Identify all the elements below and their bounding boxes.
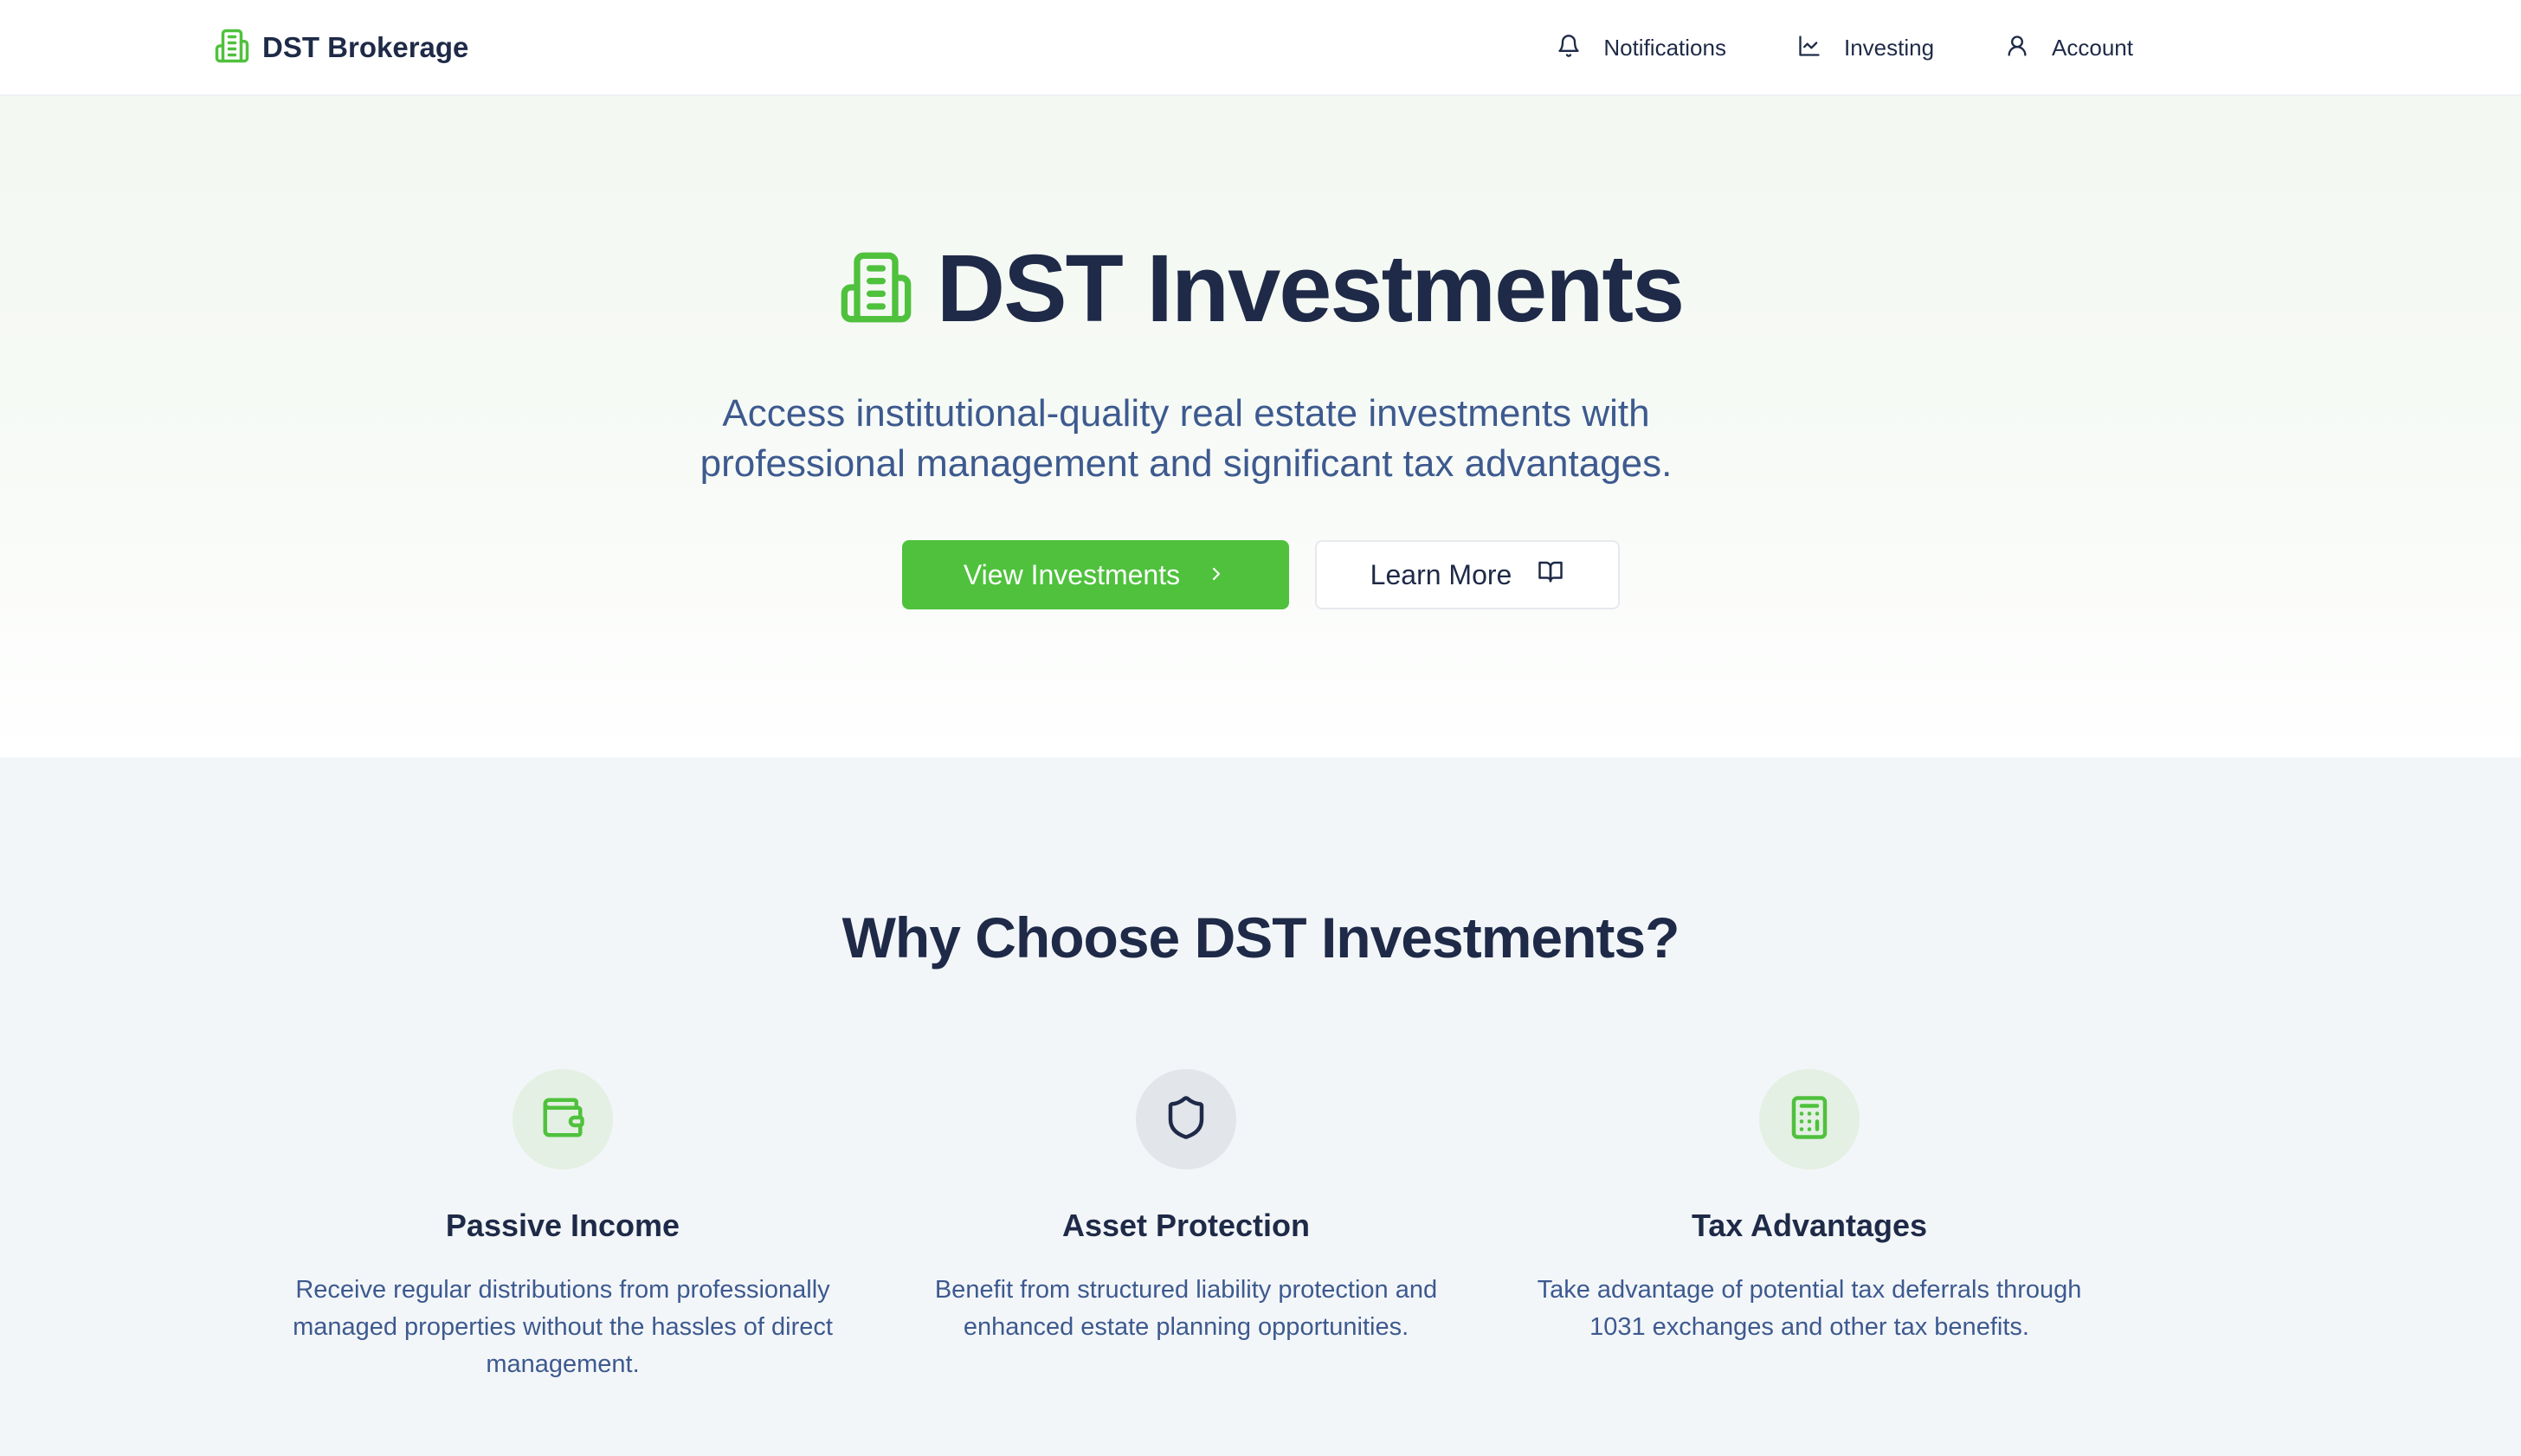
user-icon (2005, 34, 2029, 62)
nav-account[interactable]: Account (2005, 34, 2133, 62)
feature-asset-protection: Asset Protection Benefit from structured… (900, 1069, 1472, 1346)
feature-icon-circle (1759, 1069, 1860, 1169)
feature-tax-advantages: Tax Advantages Take advantage of potenti… (1524, 1069, 2095, 1346)
wallet-icon (539, 1094, 586, 1145)
view-investments-label: View Investments (963, 558, 1181, 590)
brand-logo[interactable]: DST Brokerage (214, 26, 468, 69)
learn-more-label: Learn More (1370, 558, 1512, 590)
feature-icon-circle (513, 1069, 613, 1169)
building-icon (214, 28, 250, 68)
calculator-icon (1786, 1094, 1833, 1145)
feature-icon-circle (1136, 1069, 1236, 1169)
nav-investing-label: Investing (1843, 34, 1935, 61)
page-title: DST Investments (936, 235, 1685, 342)
features-section: Why Choose DST Investments? Passive Inco… (0, 757, 2521, 1456)
shield-icon (1163, 1094, 1209, 1145)
nav-links: Notifications Investing Account (1557, 24, 2133, 71)
chevron-right-icon (1206, 559, 1227, 591)
feature-description: Benefit from structured liability protec… (934, 1276, 1438, 1341)
nav-notifications-label: Notifications (1603, 34, 1726, 61)
nav-investing[interactable]: Investing (1797, 34, 1934, 62)
view-investments-button[interactable]: View Investments (901, 540, 1289, 609)
feature-title: Passive Income (445, 1208, 680, 1243)
hero-section: DST Investments Access institutional-qua… (0, 96, 2521, 757)
feature-title: Asset Protection (1061, 1208, 1311, 1243)
nav-notifications[interactable]: Notifications (1557, 34, 1726, 62)
top-navbar: DST Brokerage Notifications Investing Ac… (0, 0, 2521, 96)
hero-title: DST Investments (0, 242, 2521, 337)
feature-passive-income: Passive Income Receive regular distribut… (277, 1069, 848, 1383)
brand-name: DST Brokerage (262, 31, 469, 63)
bell-icon (1557, 34, 1581, 62)
learn-more-button[interactable]: Learn More (1314, 540, 1620, 609)
features-heading: Why Choose DST Investments? (841, 905, 1680, 970)
feature-description: Receive regular distributions from profe… (293, 1276, 833, 1378)
book-open-icon (1538, 558, 1564, 591)
chart-line-icon (1797, 34, 1821, 62)
building-icon (838, 249, 914, 330)
hero-subtitle: Access institutional-quality real estate… (700, 392, 1673, 485)
feature-description: Take advantage of potential tax deferral… (1537, 1276, 2082, 1341)
hero-actions: View Investments Learn More (0, 540, 2521, 609)
feature-title: Tax Advantages (1691, 1208, 1928, 1243)
nav-account-label: Account (2052, 34, 2133, 61)
